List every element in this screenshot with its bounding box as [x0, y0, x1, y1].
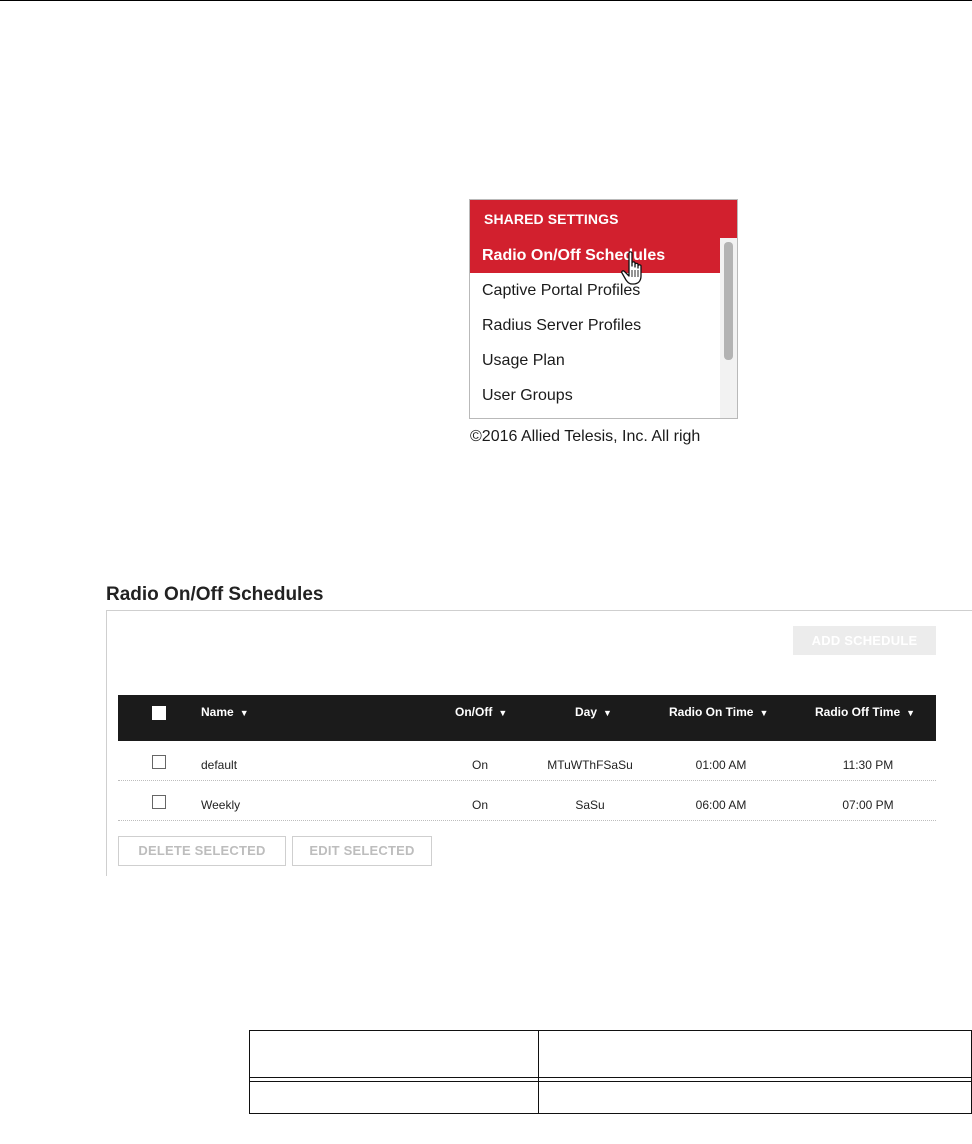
- menu-item-radius-server[interactable]: Radius Server Profiles: [470, 308, 720, 343]
- column-header-name[interactable]: Name ▼: [201, 695, 249, 741]
- page-top-rule: [0, 0, 972, 1]
- sort-arrow-icon: ▼: [603, 708, 612, 718]
- cell-day: MTuWThFSaSu: [547, 758, 633, 772]
- menu-scrollbar[interactable]: [720, 238, 737, 418]
- menu-item-captive-portal[interactable]: Captive Portal Profiles: [470, 273, 720, 308]
- cell-radio-off-time: 11:30 PM: [842, 758, 894, 772]
- menu-item-usage-plan[interactable]: Usage Plan: [470, 343, 720, 378]
- menu-item-radio-schedules[interactable]: Radio On/Off Schedules: [470, 238, 720, 273]
- add-schedule-button[interactable]: ADD SCHEDULE: [793, 626, 936, 655]
- cell-name: default: [201, 758, 238, 772]
- menu-item-user-groups[interactable]: User Groups: [470, 378, 720, 413]
- cell-radio-on-time: 06:00 AM: [695, 798, 747, 812]
- edit-selected-button[interactable]: EDIT SELECTED: [292, 836, 432, 866]
- table-row[interactable]: Weekly On SaSu 06:00 AM 07:00 PM: [118, 783, 936, 821]
- column-header-radio-off-time[interactable]: Radio Off Time ▼: [815, 695, 915, 741]
- menu-list: Radio On/Off Schedules Captive Portal Pr…: [470, 238, 720, 413]
- sort-arrow-icon: ▼: [239, 708, 249, 718]
- table-column-divider: [538, 1031, 539, 1113]
- menu-scroll-thumb[interactable]: [724, 242, 733, 360]
- sort-arrow-icon: ▼: [759, 708, 769, 718]
- select-all-checkbox[interactable]: [152, 706, 166, 720]
- delete-selected-button[interactable]: DELETE SELECTED: [118, 836, 286, 866]
- cell-day: SaSu: [575, 798, 605, 812]
- sort-arrow-icon: ▼: [906, 708, 916, 718]
- page-title: Radio On/Off Schedules: [106, 584, 324, 605]
- row-checkbox[interactable]: [152, 755, 166, 769]
- copyright-text: ©2016 Allied Telesis, Inc. All righ: [470, 428, 701, 445]
- hand-pointer-icon: [621, 251, 642, 285]
- table-row-divider: [250, 1077, 971, 1078]
- cell-onoff: On: [471, 758, 488, 772]
- cell-radio-off-time: 07:00 PM: [842, 798, 894, 812]
- menu-header: SHARED SETTINGS: [470, 200, 737, 238]
- table-header: Name ▼ On/Off ▼ Day ▼ Radio On Time ▼ Radio …: [118, 695, 936, 741]
- table-row-divider: [250, 1081, 971, 1082]
- cell-name: Weekly: [201, 798, 241, 812]
- shared-settings-menu: SHARED SETTINGS Radio On/Off Schedules C…: [469, 199, 738, 419]
- document-table: [249, 1030, 972, 1114]
- cell-radio-on-time: 01:00 AM: [695, 758, 747, 772]
- column-header-onoff[interactable]: On/Off ▼: [455, 695, 507, 741]
- cell-onoff: On: [471, 798, 488, 812]
- column-header-radio-on-time[interactable]: Radio On Time ▼: [669, 695, 768, 741]
- table-row[interactable]: default On MTuWThFSaSu 01:00 AM 11:30 PM: [118, 743, 936, 781]
- sort-arrow-icon: ▼: [498, 708, 508, 718]
- column-header-day[interactable]: Day ▼: [575, 695, 612, 741]
- row-checkbox[interactable]: [152, 795, 166, 809]
